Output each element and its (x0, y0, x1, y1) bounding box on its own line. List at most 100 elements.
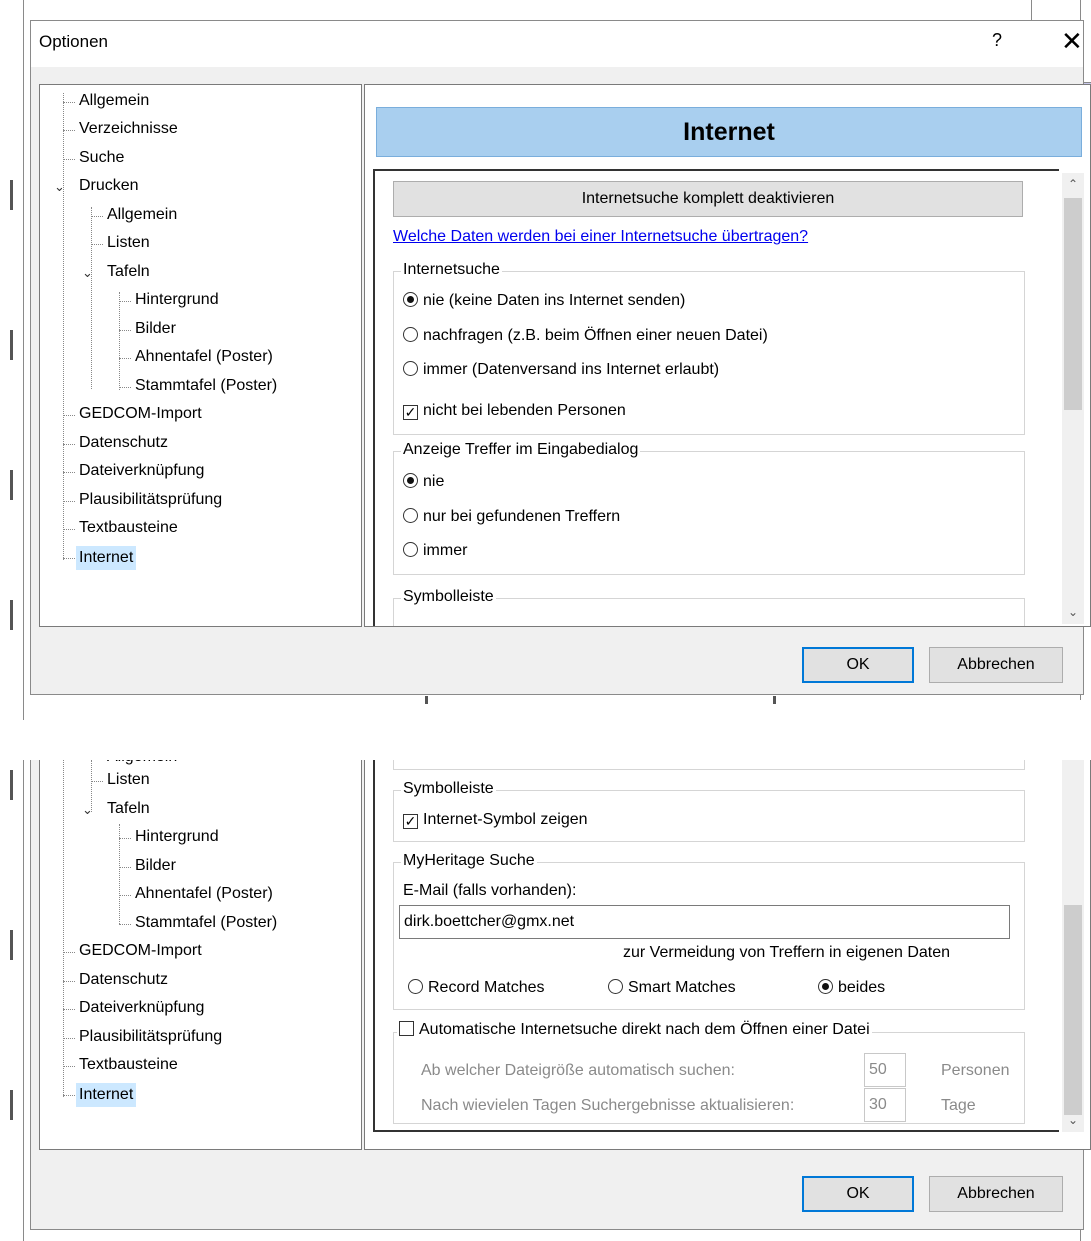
checkbox-internet-symbol[interactable]: ✓ Internet-Symbol zeigen (403, 811, 588, 829)
background-text (10, 770, 13, 800)
background-text (10, 330, 13, 360)
radio-selected-icon (818, 979, 833, 994)
options-dialog-scrolled: Allgemein Listen ⌄ Tafeln Hintergrund Bi… (30, 760, 1091, 1230)
background-window-edge (23, 700, 24, 720)
radio-anzeige-gefunden[interactable]: nur bei gefundenen Treffern (403, 508, 620, 526)
email-field[interactable]: dirk.boettcher@gmx.net (399, 905, 1010, 939)
checkmark-icon: ✓ (403, 404, 418, 420)
symbolleiste-title: Symbolleiste (401, 780, 496, 798)
scroll-down-icon[interactable]: ⌄ (1068, 605, 1078, 619)
scroll-up-icon[interactable]: ⌃ (1068, 177, 1078, 191)
scrollbar-thumb[interactable] (1064, 905, 1082, 1115)
days-field[interactable]: 30 (864, 1088, 906, 1122)
close-button[interactable]: ✕ (1061, 26, 1083, 57)
radio-smart-matches[interactable]: Smart Matches (608, 979, 736, 997)
radio-nie[interactable]: nie (keine Daten ins Internet senden) (403, 292, 685, 310)
tree-item-drucken[interactable]: Drucken (79, 177, 139, 195)
tree-item-hintergrund[interactable]: Hintergrund (135, 291, 219, 309)
tree-connector (119, 824, 120, 924)
background-window-edge (23, 760, 24, 1241)
background-window-edge (23, 0, 24, 700)
tree-item-textbausteine[interactable]: Textbausteine (79, 519, 178, 537)
tree-item-bilder[interactable]: Bilder (135, 320, 176, 338)
auto-search-checkbox[interactable]: Automatische Internetsuche direkt nach d… (397, 1021, 872, 1039)
tree-item-internet[interactable]: Internet (76, 546, 137, 570)
tree-connector (119, 292, 120, 390)
days-unit: Tage (941, 1097, 976, 1114)
scrollbar-thumb[interactable] (1064, 198, 1082, 410)
tree-item-tafeln[interactable]: Tafeln (107, 800, 150, 818)
tree-item-listen[interactable]: Listen (107, 771, 150, 789)
background-tick (425, 696, 428, 704)
ok-button[interactable]: OK (802, 1176, 914, 1212)
tree-item-listen[interactable]: Listen (107, 234, 150, 252)
radio-immer[interactable]: immer (Datenversand ins Internet erlaubt… (403, 361, 719, 379)
tree-item-bilder[interactable]: Bilder (135, 857, 176, 875)
deactivate-button[interactable]: Internetsuche komplett deaktivieren (393, 181, 1023, 217)
help-link[interactable]: Welche Daten werden bei einer Internetsu… (393, 228, 808, 246)
radio-anzeige-nie[interactable]: nie (403, 473, 444, 491)
scroll-content: Internetsuche komplett deaktivieren Welc… (373, 169, 1059, 626)
checkbox-lebende-personen[interactable]: ✓ nicht bei lebenden Personen (403, 402, 626, 420)
tree-item-stammtafel[interactable]: Stammtafel (Poster) (135, 914, 277, 932)
radio-selected-icon (403, 473, 418, 488)
tree-item-verzeichnisse[interactable]: Verzeichnisse (79, 120, 178, 138)
chevron-down-icon[interactable]: ⌄ (54, 179, 65, 195)
scroll-down-icon[interactable]: ⌄ (1068, 1113, 1078, 1127)
help-button[interactable]: ? (992, 30, 1002, 51)
page-title: Internet (376, 107, 1082, 157)
tree-item-datenschutz[interactable]: Datenschutz (79, 434, 168, 452)
email-hint: zur Vermeidung von Treffern in eigenen D… (623, 944, 951, 961)
options-panel: Internet Internetsuche komplett deaktivi… (364, 84, 1091, 627)
background-text (10, 930, 13, 960)
dialog-title: Optionen (39, 32, 108, 51)
cancel-button[interactable]: Abbrechen (929, 647, 1063, 683)
background-text (10, 1090, 13, 1120)
options-tree: Allgemein Verzeichnisse Suche ⌄ Drucken … (39, 84, 362, 627)
tree-item-textbausteine[interactable]: Textbausteine (79, 1056, 178, 1074)
tree-item-datenschutz[interactable]: Datenschutz (79, 971, 168, 989)
radio-icon (408, 979, 423, 994)
radio-nachfragen[interactable]: nachfragen (z.B. beim Öffnen einer neuen… (403, 327, 768, 345)
title-bar: Optionen ? ✕ (31, 21, 1083, 67)
chevron-down-icon[interactable]: ⌄ (82, 802, 93, 818)
tree-item-ahnentafel[interactable]: Ahnentafel (Poster) (135, 885, 273, 903)
chevron-down-icon[interactable]: ⌄ (82, 265, 93, 281)
tree-item-partial: Allgemein (107, 760, 177, 766)
radio-beides[interactable]: beides (818, 979, 885, 997)
tree-connector (91, 207, 92, 389)
radio-icon (403, 508, 418, 523)
tree-item-gedcom-import[interactable]: GEDCOM-Import (79, 942, 202, 960)
options-panel: Symbolleiste ✓ Internet-Symbol zeigen MyH… (364, 760, 1091, 1150)
tree-item-drucken-allgemein[interactable]: Allgemein (107, 206, 177, 224)
radio-record-matches[interactable]: Record Matches (408, 979, 545, 997)
background-tick (773, 696, 776, 704)
tree-item-stammtafel[interactable]: Stammtafel (Poster) (135, 377, 277, 395)
radio-anzeige-immer[interactable]: immer (403, 542, 467, 560)
tree-item-plausibilitaetspruefung[interactable]: Plausibilitätsprüfung (79, 1028, 222, 1046)
tree-item-tafeln[interactable]: Tafeln (107, 263, 150, 281)
tree-item-internet[interactable]: Internet (76, 1083, 137, 1107)
tree-connector (63, 760, 64, 1097)
size-field[interactable]: 50 (864, 1053, 906, 1087)
tree-item-ahnentafel[interactable]: Ahnentafel (Poster) (135, 348, 273, 366)
symbolleiste-title: Symbolleiste (401, 588, 496, 606)
days-label: Nach wievielen Tagen Suchergebnisse aktu… (421, 1097, 795, 1114)
radio-selected-icon (403, 292, 418, 307)
tree-item-dateiverknuepfung[interactable]: Dateiverknüpfung (79, 462, 204, 480)
tree-item-allgemein[interactable]: Allgemein (79, 92, 149, 110)
tree-item-gedcom-import[interactable]: GEDCOM-Import (79, 405, 202, 423)
checkmark-icon: ✓ (403, 813, 418, 829)
tree-item-plausibilitaetspruefung[interactable]: Plausibilitätsprüfung (79, 491, 222, 509)
tree-item-dateiverknuepfung[interactable]: Dateiverknüpfung (79, 999, 204, 1017)
options-tree: Allgemein Listen ⌄ Tafeln Hintergrund Bi… (39, 760, 362, 1150)
background-text (10, 180, 13, 210)
previous-group-bottom (393, 760, 1025, 770)
tree-item-suche[interactable]: Suche (79, 149, 124, 167)
email-label: E-Mail (falls vorhanden): (403, 882, 577, 899)
scroll-content: Symbolleiste ✓ Internet-Symbol zeigen MyH… (373, 760, 1059, 1132)
cancel-button[interactable]: Abbrechen (929, 1176, 1063, 1212)
ok-button[interactable]: OK (802, 647, 914, 683)
tree-item-hintergrund[interactable]: Hintergrund (135, 828, 219, 846)
radio-icon (403, 327, 418, 342)
